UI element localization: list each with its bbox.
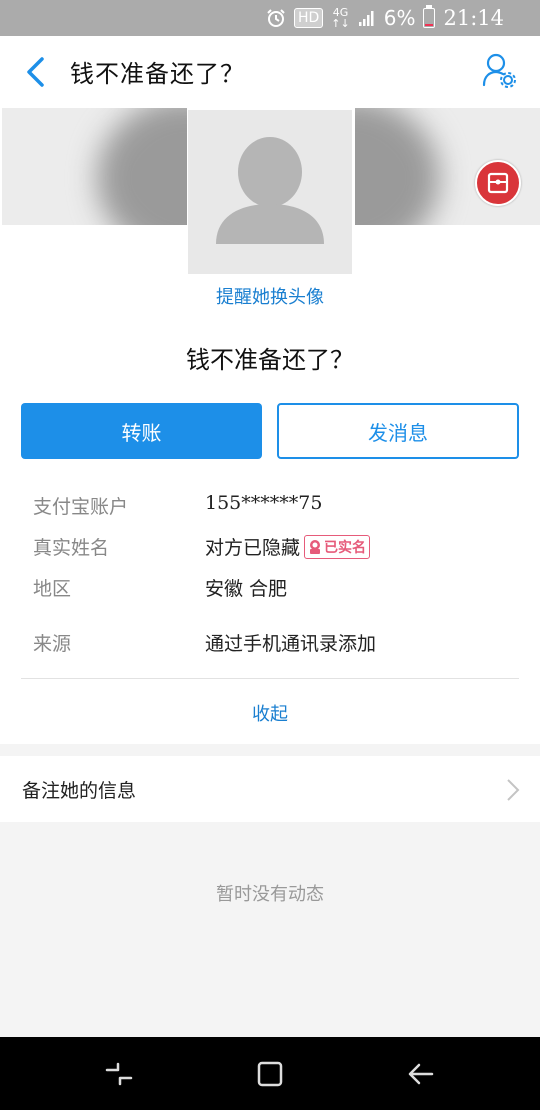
field-value: 通过手机通讯录添加 [205,633,377,655]
home-icon[interactable] [255,1059,285,1089]
clock: 21:14 [443,6,504,30]
cover-image-left [2,108,187,225]
recent-apps-icon[interactable] [104,1059,134,1089]
transfer-button[interactable]: 转账 [21,403,262,459]
user-settings-icon[interactable] [482,52,516,88]
field-value: 对方已隐藏 已实名 [205,533,371,560]
field-value: 安徽 合肥 [205,578,288,600]
hd-indicator: HD [293,8,324,28]
chevron-right-icon [507,779,520,801]
network-type: 4G ↑↓ [331,6,350,30]
system-nav-bar [0,1037,540,1110]
battery-icon [423,5,436,28]
profile-info-card: 钱不准备还了？ 转账 发消息 支付宝账户 155******75 真实姓名 对方… [0,338,540,744]
verified-badge: 已实名 [304,534,371,559]
page-title: 钱不准备还了？ [70,60,245,88]
status-bar: HD 4G ↑↓ 6% 21:14 [0,0,540,36]
remark-info-row[interactable]: 备注她的信息 [0,756,540,822]
empty-feed-text: 暂时没有动态 [216,884,324,905]
field-label: 真实姓名 [33,537,110,559]
gift-box-button[interactable] [475,160,521,206]
gift-box-icon [487,172,509,194]
back-arrow-icon[interactable] [22,54,52,90]
alarm-icon [267,9,285,27]
header-bar: 钱不准备还了？ [0,36,540,108]
field-label: 地区 [33,578,72,600]
profile-name: 钱不准备还了？ [186,346,354,374]
field-label: 来源 [33,633,72,655]
field-value: 155******75 [205,492,323,514]
battery-percent: 6% [383,6,416,30]
remind-change-avatar-link[interactable]: 提醒她换头像 [0,283,540,309]
send-message-button[interactable]: 发消息 [277,403,519,459]
back-icon[interactable] [405,1059,435,1089]
verified-icon [310,539,321,554]
signal-icon [358,11,374,26]
default-avatar-icon [216,137,324,244]
avatar[interactable] [188,110,352,274]
remark-label: 备注她的信息 [22,780,137,802]
field-label: 支付宝账户 [33,496,129,518]
collapse-button[interactable]: 收起 [0,700,540,726]
divider [21,678,519,679]
